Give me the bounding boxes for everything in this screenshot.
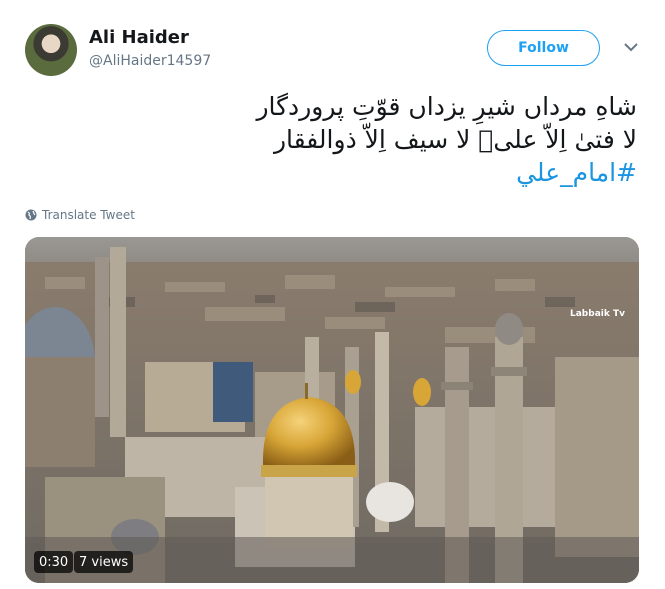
follow-button[interactable]: Follow xyxy=(487,30,600,66)
tweet-line-2: لا فتیٰ اِلاّ علیؑ لا سیف اِلاّ ذوالفقار xyxy=(273,125,637,154)
video-views-badge: 7 views xyxy=(74,551,134,573)
video-thumbnail xyxy=(25,237,639,583)
chevron-down-icon[interactable] xyxy=(624,42,638,52)
author-avatar[interactable] xyxy=(25,24,77,76)
author-name[interactable]: Ali Haider xyxy=(89,27,189,48)
globe-icon xyxy=(25,209,37,221)
hashtag-link[interactable]: #امام_علي xyxy=(37,156,637,189)
tweet-line-1: شاهِ مرداں شیرِ یزداں قوّتِ پروردگار xyxy=(256,92,637,121)
author-handle[interactable]: @AliHaider14597 xyxy=(89,53,211,69)
video-duration-badge: 0:30 xyxy=(34,551,74,573)
translate-label: Translate Tweet xyxy=(42,208,135,222)
channel-watermark: Labbaik Tv xyxy=(570,309,625,319)
tweet-text: شاهِ مرداں شیرِ یزداں قوّتِ پروردگار لا … xyxy=(37,90,637,189)
translate-tweet-link[interactable]: Translate Tweet xyxy=(25,208,135,222)
video-player[interactable]: Labbaik Tv 0:30 7 views xyxy=(25,237,639,583)
